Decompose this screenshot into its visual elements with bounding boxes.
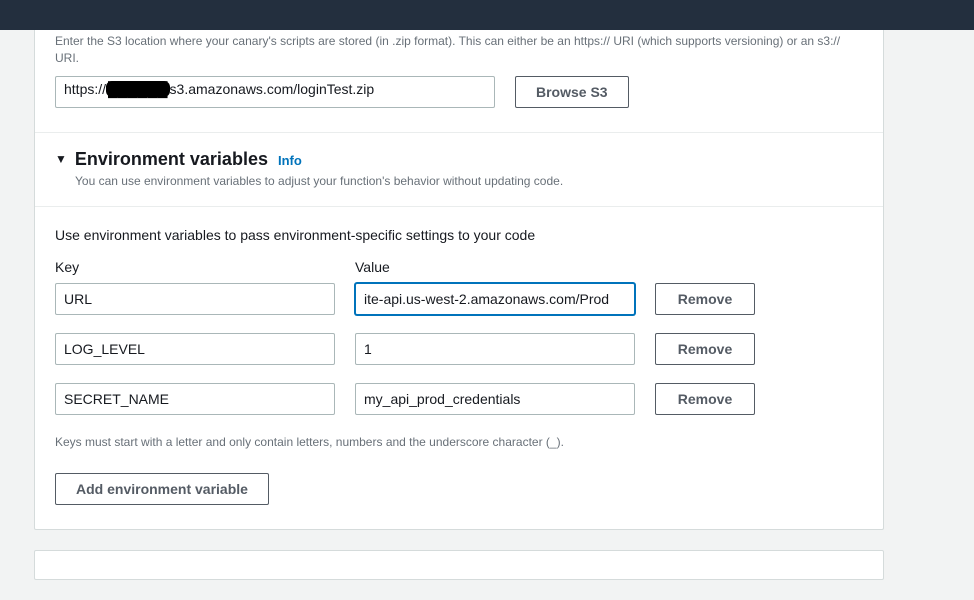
s3-location-row: https://██████s3.amazonaws.com/loginTest… bbox=[35, 76, 883, 132]
add-env-var-button[interactable]: Add environment variable bbox=[55, 473, 269, 505]
remove-env-var-button[interactable]: Remove bbox=[655, 283, 755, 315]
page-content: Enter the S3 location where your canary'… bbox=[0, 30, 974, 580]
s3-url-prefix: https:// bbox=[64, 81, 106, 97]
env-key-input[interactable] bbox=[55, 283, 335, 315]
env-value-input[interactable] bbox=[355, 333, 635, 365]
caret-down-icon: ▼ bbox=[55, 153, 67, 165]
env-var-row: Remove bbox=[35, 379, 883, 429]
s3-url-masked: ██████ bbox=[106, 81, 170, 97]
viewport: Enter the S3 location where your canary'… bbox=[0, 0, 974, 600]
s3-helper-text: Enter the S3 location where your canary'… bbox=[35, 30, 883, 76]
info-link[interactable]: Info bbox=[278, 153, 302, 168]
env-vars-header[interactable]: ▼ Environment variables Info bbox=[35, 133, 883, 172]
env-var-row: Remove bbox=[35, 279, 883, 329]
remove-env-var-button[interactable]: Remove bbox=[655, 383, 755, 415]
s3-location-input[interactable]: https://██████s3.amazonaws.com/loginTest… bbox=[55, 76, 495, 108]
env-value-input[interactable] bbox=[355, 383, 635, 415]
env-value-input[interactable] bbox=[355, 283, 635, 315]
env-vars-column-headers: Key Value bbox=[35, 259, 883, 279]
key-column-label: Key bbox=[55, 259, 335, 275]
remove-env-var-button[interactable]: Remove bbox=[655, 333, 755, 365]
next-panel-peek bbox=[34, 550, 884, 580]
env-key-input[interactable] bbox=[55, 383, 335, 415]
env-vars-intro: Use environment variables to pass enviro… bbox=[35, 207, 883, 259]
browse-s3-button[interactable]: Browse S3 bbox=[515, 76, 629, 108]
s3-url-suffix: s3.amazonaws.com/loginTest.zip bbox=[170, 81, 375, 97]
env-key-input[interactable] bbox=[55, 333, 335, 365]
env-vars-title: Environment variables bbox=[75, 149, 268, 170]
canary-config-panel: Enter the S3 location where your canary'… bbox=[34, 30, 884, 530]
aws-topbar bbox=[0, 0, 974, 30]
value-column-label: Value bbox=[355, 259, 635, 275]
env-keys-helper: Keys must start with a letter and only c… bbox=[35, 429, 883, 473]
env-var-row: Remove bbox=[35, 329, 883, 379]
env-vars-subtitle: You can use environment variables to adj… bbox=[35, 172, 883, 206]
add-env-var-row: Add environment variable bbox=[35, 473, 883, 529]
